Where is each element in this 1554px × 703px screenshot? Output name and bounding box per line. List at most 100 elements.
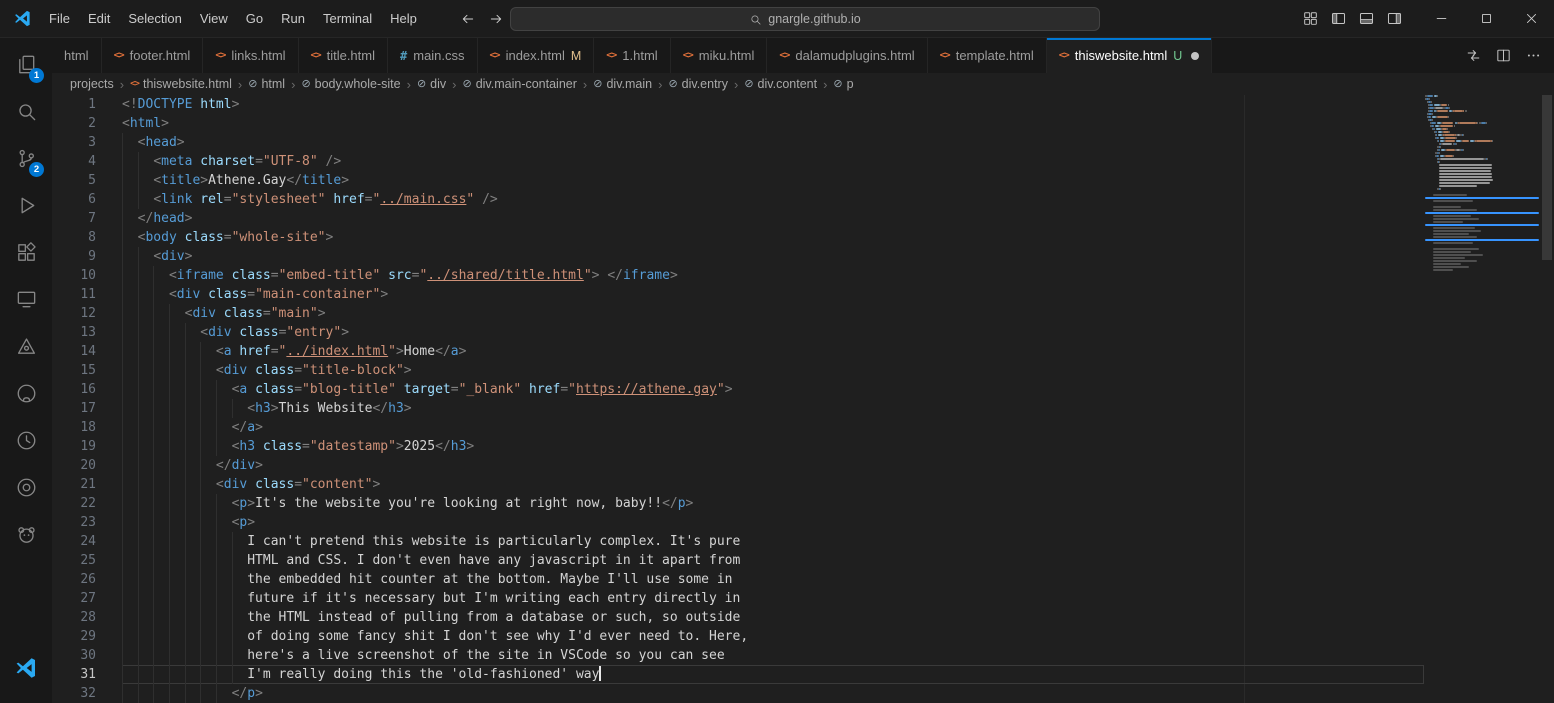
code-line-4[interactable]: 4 <meta charset="UTF-8" /> [52,152,1554,171]
line-number[interactable]: 17 [52,399,122,418]
line-number[interactable]: 12 [52,304,122,323]
triangle-extension-item[interactable] [2,323,50,370]
pets-extension-item[interactable] [2,511,50,558]
line-number[interactable]: 11 [52,285,122,304]
code-line-5[interactable]: 5 <title>Athene.Gay</title> [52,171,1554,190]
breadcrumb-item[interactable]: ⊘html [246,77,287,91]
code-line-28[interactable]: 28 the HTML instead of pulling from a da… [52,608,1554,627]
menu-view[interactable]: View [191,0,237,37]
line-number[interactable]: 8 [52,228,122,247]
scrollbar-thumb[interactable] [1542,95,1552,260]
menu-file[interactable]: File [40,0,79,37]
line-number[interactable]: 28 [52,608,122,627]
code-line-30[interactable]: 30 here's a live screenshot of the site … [52,646,1554,665]
code-lines[interactable]: 1<!DOCTYPE html>2<html>3 <head>4 <meta c… [52,95,1554,703]
minimap[interactable] [1425,95,1540,703]
tab-1.html[interactable]: <>1.html [594,38,670,73]
code-line-14[interactable]: 14 <a href="../index.html">Home</a> [52,342,1554,361]
toggle-sidebar-icon[interactable] [1330,10,1347,27]
menu-terminal[interactable]: Terminal [314,0,381,37]
split-editor-icon[interactable] [1495,47,1512,64]
remote-explorer-item[interactable] [2,276,50,323]
customize-layout-icon[interactable] [1302,10,1319,27]
line-number[interactable]: 2 [52,114,122,133]
line-number[interactable]: 4 [52,152,122,171]
tab-thiswebsite.html[interactable]: <>thiswebsite.htmlU [1047,38,1213,73]
vscode-logo-icon[interactable] [14,656,38,680]
code-line-3[interactable]: 3 <head> [52,133,1554,152]
line-number[interactable]: 27 [52,589,122,608]
code-line-6[interactable]: 6 <link rel="stylesheet" href="../main.c… [52,190,1554,209]
line-number[interactable]: 18 [52,418,122,437]
code-line-13[interactable]: 13 <div class="entry"> [52,323,1554,342]
code-line-18[interactable]: 18 </a> [52,418,1554,437]
code-line-22[interactable]: 22 <p>It's the website you're looking at… [52,494,1554,513]
code-line-17[interactable]: 17 <h3>This Website</h3> [52,399,1554,418]
line-number[interactable]: 14 [52,342,122,361]
breadcrumb-item[interactable]: <>thiswebsite.html [128,77,234,91]
line-number[interactable]: 26 [52,570,122,589]
minimize-button[interactable] [1419,0,1464,37]
tab-template.html[interactable]: <>template.html [928,38,1047,73]
code-line-7[interactable]: 7 </head> [52,209,1554,228]
line-number[interactable]: 1 [52,95,122,114]
tab-title.html[interactable]: <>title.html [299,38,388,73]
github-item[interactable] [2,370,50,417]
code-line-31[interactable]: 31 I'm really doing this the 'old-fashio… [52,665,1554,684]
line-number[interactable]: 23 [52,513,122,532]
line-number[interactable]: 7 [52,209,122,228]
line-number[interactable]: 10 [52,266,122,285]
code-line-20[interactable]: 20 </div> [52,456,1554,475]
command-center[interactable]: gnargle.github.io [510,7,1100,31]
breadcrumb-item[interactable]: ⊘body.whole-site [299,77,402,91]
editor[interactable]: 1<!DOCTYPE html>2<html>3 <head>4 <meta c… [52,95,1554,703]
line-number[interactable]: 24 [52,532,122,551]
line-number[interactable]: 13 [52,323,122,342]
code-line-24[interactable]: 24 I can't pretend this website is parti… [52,532,1554,551]
code-line-32[interactable]: 32 </p> [52,684,1554,703]
line-number[interactable]: 16 [52,380,122,399]
line-number[interactable]: 21 [52,475,122,494]
code-line-25[interactable]: 25 HTML and CSS. I don't even have any j… [52,551,1554,570]
tab-dalamudplugins.html[interactable]: <>dalamudplugins.html [767,38,927,73]
history-extension-item[interactable] [2,417,50,464]
nav-forward-icon[interactable] [488,11,504,27]
explorer-item[interactable]: 1 [2,41,50,88]
code-line-10[interactable]: 10 <iframe class="embed-title" src="../s… [52,266,1554,285]
more-actions-icon[interactable] [1525,47,1542,64]
code-line-11[interactable]: 11 <div class="main-container"> [52,285,1554,304]
line-number[interactable]: 29 [52,627,122,646]
line-number[interactable]: 25 [52,551,122,570]
code-line-16[interactable]: 16 <a class="blog-title" target="_blank"… [52,380,1554,399]
code-line-29[interactable]: 29 of doing some fancy shit I don't see … [52,627,1554,646]
line-number[interactable]: 6 [52,190,122,209]
menu-go[interactable]: Go [237,0,272,37]
breadcrumb-item[interactable]: ⊘div.content [742,77,819,91]
toggle-secondary-sidebar-icon[interactable] [1386,10,1403,27]
code-line-21[interactable]: 21 <div class="content"> [52,475,1554,494]
target-extension-item[interactable] [2,464,50,511]
search-item[interactable] [2,88,50,135]
code-line-27[interactable]: 27 future if it's necessary but I'm writ… [52,589,1554,608]
line-number[interactable]: 32 [52,684,122,703]
code-line-15[interactable]: 15 <div class="title-block"> [52,361,1554,380]
unsaved-dot-icon[interactable] [1191,52,1199,60]
code-line-9[interactable]: 9 <div> [52,247,1554,266]
menu-edit[interactable]: Edit [79,0,119,37]
toggle-panel-icon[interactable] [1358,10,1375,27]
line-number[interactable]: 20 [52,456,122,475]
breadcrumb-item[interactable]: projects [68,77,116,91]
breadcrumb-item[interactable]: ⊘div [415,77,448,91]
source-control-item[interactable]: 2 [2,135,50,182]
tab-footer.html[interactable]: <>footer.html [102,38,204,73]
close-button[interactable] [1509,0,1554,37]
code-line-19[interactable]: 19 <h3 class="datestamp">2025</h3> [52,437,1554,456]
line-number[interactable]: 19 [52,437,122,456]
code-line-12[interactable]: 12 <div class="main"> [52,304,1554,323]
line-number[interactable]: 22 [52,494,122,513]
menu-selection[interactable]: Selection [119,0,190,37]
line-number[interactable]: 15 [52,361,122,380]
line-number[interactable]: 30 [52,646,122,665]
tab-links.html[interactable]: <>links.html [203,38,298,73]
nav-back-icon[interactable] [460,11,476,27]
